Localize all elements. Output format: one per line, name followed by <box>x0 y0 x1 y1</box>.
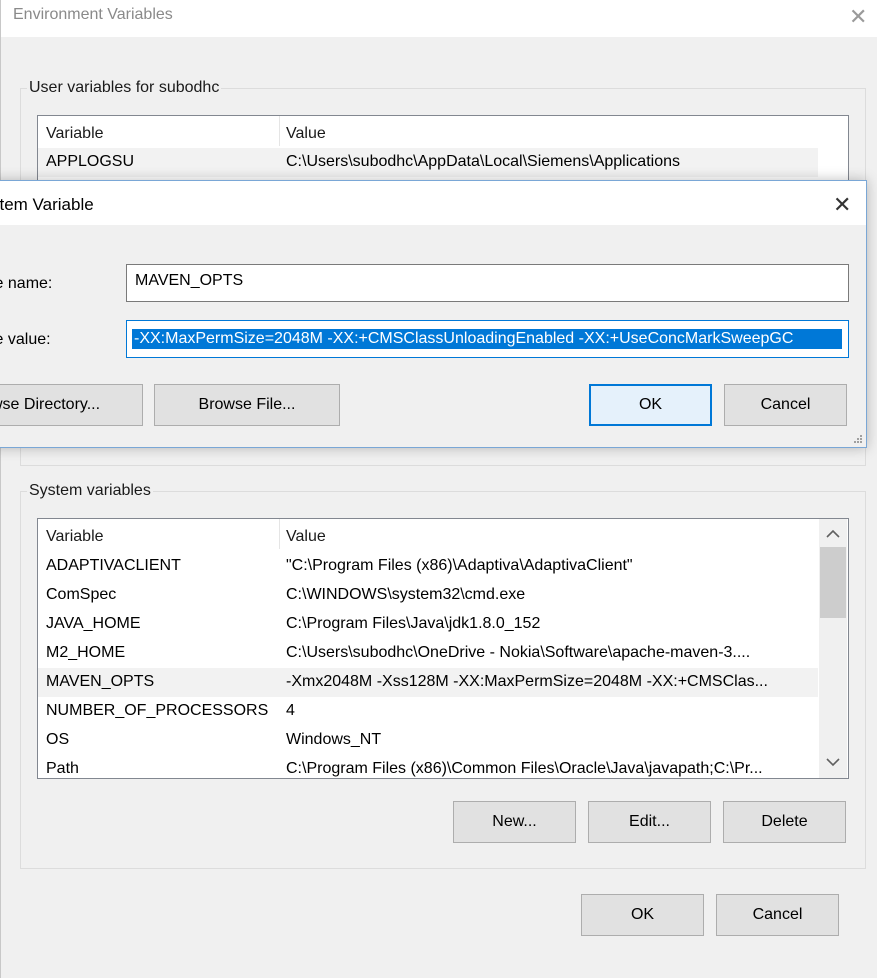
dialog-title: stem Variable <box>0 195 94 214</box>
row-variable: ADAPTIVACLIENT <box>46 557 181 574</box>
column-separator[interactable] <box>279 116 280 146</box>
row-variable: MAVEN_OPTS <box>46 673 155 690</box>
table-row[interactable]: Path C:\Program Files (x86)\Common Files… <box>38 755 818 778</box>
row-value: C:\Program Files (x86)\Common Files\Orac… <box>286 760 763 777</box>
row-value: C:\Users\subodhc\AppData\Local\Siemens\A… <box>286 153 680 170</box>
header-value[interactable]: Value <box>286 125 326 143</box>
row-variable: APPLOGSU <box>46 153 135 170</box>
close-icon[interactable]: ✕ <box>849 6 867 28</box>
window-titlebar: Environment Variables ✕ <box>1 0 877 37</box>
user-list-header: Variable Value <box>38 116 818 146</box>
row-variable: M2_HOME <box>46 644 126 661</box>
resize-grip-icon[interactable] <box>854 435 864 445</box>
row-variable: OS <box>46 731 70 748</box>
chevron-down-icon[interactable] <box>826 757 840 767</box>
table-row[interactable]: JAVA_HOME C:\Program Files\Java\jdk1.8.0… <box>38 610 818 639</box>
system-variables-list[interactable]: Variable Value ADAPTIVACLIENT "C:\Progra… <box>37 518 849 779</box>
variable-name-label: le name: <box>0 275 53 292</box>
close-icon[interactable]: ✕ <box>833 194 851 216</box>
browse-file-button[interactable]: Browse File... <box>154 384 340 426</box>
table-row[interactable]: ADAPTIVACLIENT "C:\Program Files (x86)\A… <box>38 552 818 581</box>
vertical-scrollbar[interactable] <box>819 519 847 778</box>
table-row[interactable]: ComSpec C:\WINDOWS\system32\cmd.exe <box>38 581 818 610</box>
variable-value-label: le value: <box>0 331 51 348</box>
variable-name-field[interactable]: MAVEN_OPTS <box>126 264 849 302</box>
row-value: "C:\Program Files (x86)\Adaptiva\Adaptiv… <box>286 557 633 574</box>
column-separator[interactable] <box>279 519 280 549</box>
edit-button[interactable]: Edit... <box>588 801 711 843</box>
row-value: C:\Program Files\Java\jdk1.8.0_152 <box>286 615 541 632</box>
ok-button[interactable]: OK <box>581 894 704 936</box>
table-row[interactable]: M2_HOME C:\Users\subodhc\OneDrive - Noki… <box>38 639 818 668</box>
variable-value-text: -XX:MaxPermSize=2048M -XX:+CMSClassUnloa… <box>132 329 842 349</box>
variable-value-field[interactable]: -XX:MaxPermSize=2048M -XX:+CMSClassUnloa… <box>126 320 849 358</box>
table-row[interactable]: APPLOGSU C:\Users\subodhc\AppData\Local\… <box>38 148 818 177</box>
row-value: Windows_NT <box>286 731 382 748</box>
dialog-ok-button[interactable]: OK <box>589 384 712 426</box>
row-value: 4 <box>286 702 295 719</box>
window-title: Environment Variables <box>13 6 173 23</box>
row-variable: Path <box>46 760 79 777</box>
edit-system-variable-dialog: stem Variable ✕ le name: MAVEN_OPTS le v… <box>0 180 867 448</box>
system-list-header: Variable Value <box>38 519 818 549</box>
variable-name-text: MAVEN_OPTS <box>135 272 244 289</box>
row-variable: NUMBER_OF_PROCESSORS <box>46 702 269 719</box>
system-variables-label: System variables <box>27 482 153 500</box>
user-variables-label: User variables for subodhc <box>27 79 222 97</box>
dialog-titlebar: stem Variable ✕ <box>0 181 866 225</box>
row-variable: JAVA_HOME <box>46 615 141 632</box>
chevron-up-icon[interactable] <box>826 529 840 539</box>
row-value: C:\WINDOWS\system32\cmd.exe <box>286 586 526 603</box>
user-variables-list[interactable]: Variable Value APPLOGSU C:\Users\subodhc… <box>37 115 849 187</box>
row-value: C:\Users\subodhc\OneDrive - Nokia\Softwa… <box>286 644 751 661</box>
environment-variables-window: Environment Variables ✕ User variables f… <box>0 0 877 978</box>
dialog-cancel-button[interactable]: Cancel <box>724 384 847 426</box>
browse-directory-button[interactable]: wse Directory... <box>0 384 143 426</box>
row-variable: ComSpec <box>46 586 117 603</box>
scrollbar-thumb[interactable] <box>820 547 846 618</box>
delete-button[interactable]: Delete <box>723 801 846 843</box>
header-variable[interactable]: Variable <box>46 528 104 546</box>
table-row-selected[interactable]: MAVEN_OPTS -Xmx2048M -Xss128M -XX:MaxPer… <box>38 668 818 697</box>
row-value: -Xmx2048M -Xss128M -XX:MaxPermSize=2048M… <box>286 673 768 690</box>
header-variable[interactable]: Variable <box>46 125 104 143</box>
cancel-button[interactable]: Cancel <box>716 894 839 936</box>
table-row[interactable]: NUMBER_OF_PROCESSORS 4 <box>38 697 818 726</box>
header-value[interactable]: Value <box>286 528 326 546</box>
table-row[interactable]: OS Windows_NT <box>38 726 818 755</box>
new-button[interactable]: New... <box>453 801 576 843</box>
